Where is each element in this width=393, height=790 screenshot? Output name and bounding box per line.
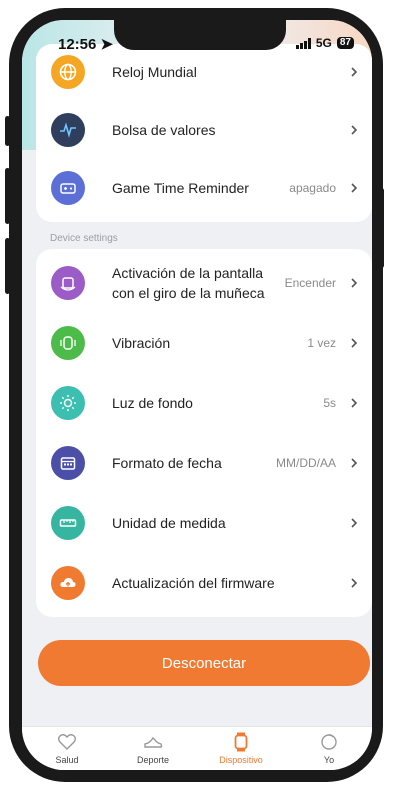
- row-label: Reloj Mundial: [112, 64, 197, 80]
- row-value: MM/DD/AA: [276, 456, 336, 470]
- row-label: Unidad de medida: [112, 515, 226, 531]
- shoe-icon: [144, 736, 163, 748]
- side-button: [5, 168, 10, 224]
- watch-icon: [234, 732, 248, 752]
- game-console-icon: [51, 171, 85, 205]
- row-value: apagado: [289, 181, 336, 195]
- tab-label: Yo: [323, 755, 335, 765]
- chevron-right-icon: [351, 278, 358, 288]
- chevron-right-icon: [351, 398, 358, 408]
- status-time: 12:56 ➤: [58, 36, 114, 53]
- tab-bar: Salud Deporte Dispositivo Yo: [22, 726, 372, 770]
- row-actualizacion-firmware[interactable]: Actualización del firmware: [36, 555, 372, 611]
- row-label: Formato de fecha: [112, 455, 222, 471]
- row-label: Bolsa de valores: [112, 122, 216, 138]
- top-settings-card: Reloj Mundial Bolsa de valores Game Time…: [36, 44, 372, 222]
- location-arrow-icon: ➤: [100, 36, 114, 53]
- row-luz-de-fondo[interactable]: Luz de fondo 5s: [36, 375, 372, 431]
- row-label: Activación de la pantalla con el giro de …: [112, 265, 265, 301]
- tab-salud[interactable]: Salud: [32, 731, 102, 765]
- battery-icon: 87: [336, 37, 354, 49]
- chevron-right-icon: [351, 578, 358, 588]
- screen: 12:56 ➤ 5G 87 Reloj Mundial Bolsa de val…: [22, 20, 372, 770]
- row-label: Luz de fondo: [112, 395, 193, 411]
- row-bolsa-de-valores[interactable]: Bolsa de valores: [36, 102, 372, 158]
- cloud-upload-icon: [51, 566, 85, 600]
- row-formato-de-fecha[interactable]: Formato de fecha MM/DD/AA: [36, 435, 372, 491]
- row-label: Vibración: [112, 335, 171, 351]
- chevron-right-icon: [351, 183, 358, 193]
- side-button: [5, 116, 10, 146]
- section-title: Device settings: [50, 233, 118, 244]
- chevron-right-icon: [351, 518, 358, 528]
- tab-dispositivo[interactable]: Dispositivo: [206, 731, 276, 765]
- network-label: 5G: [315, 36, 332, 50]
- row-value: Encender: [284, 276, 336, 290]
- ruler-icon: [51, 506, 85, 540]
- tab-label: Dispositivo: [219, 755, 263, 765]
- row-wrist-raise[interactable]: Activación de la pantalla con el giro de …: [36, 253, 372, 313]
- row-value: 5s: [323, 396, 336, 410]
- tab-deporte[interactable]: Deporte: [118, 731, 188, 765]
- stock-chart-icon: [51, 113, 85, 147]
- side-button: [379, 188, 384, 268]
- sun-icon: [51, 386, 85, 420]
- wrist-raise-icon: [51, 266, 85, 300]
- chevron-right-icon: [351, 125, 358, 135]
- chevron-right-icon: [351, 338, 358, 348]
- row-label: Game Time Reminder: [112, 180, 249, 196]
- tab-yo[interactable]: Yo: [294, 731, 364, 765]
- signal-icon: [295, 37, 311, 49]
- chevron-right-icon: [351, 67, 358, 77]
- device-settings-card: Activación de la pantalla con el giro de …: [36, 249, 372, 617]
- row-unidad-de-medida[interactable]: Unidad de medida: [36, 495, 372, 551]
- side-button: [5, 238, 10, 294]
- tab-label: Deporte: [136, 755, 170, 765]
- globe-icon: [51, 55, 85, 89]
- tab-label: Salud: [55, 755, 79, 765]
- status-bar: 12:56 ➤ 5G 87: [22, 34, 372, 54]
- profile-icon: [321, 734, 337, 750]
- chevron-right-icon: [351, 458, 358, 468]
- row-vibracion[interactable]: Vibración 1 vez: [36, 315, 372, 371]
- heart-icon: [57, 734, 77, 750]
- disconnect-button[interactable]: Desconectar: [38, 640, 370, 686]
- row-value: 1 vez: [307, 336, 336, 350]
- row-game-time-reminder[interactable]: Game Time Reminder apagado: [36, 160, 372, 216]
- row-label: Actualización del firmware: [112, 575, 275, 591]
- calendar-icon: [51, 446, 85, 480]
- vibration-icon: [51, 326, 85, 360]
